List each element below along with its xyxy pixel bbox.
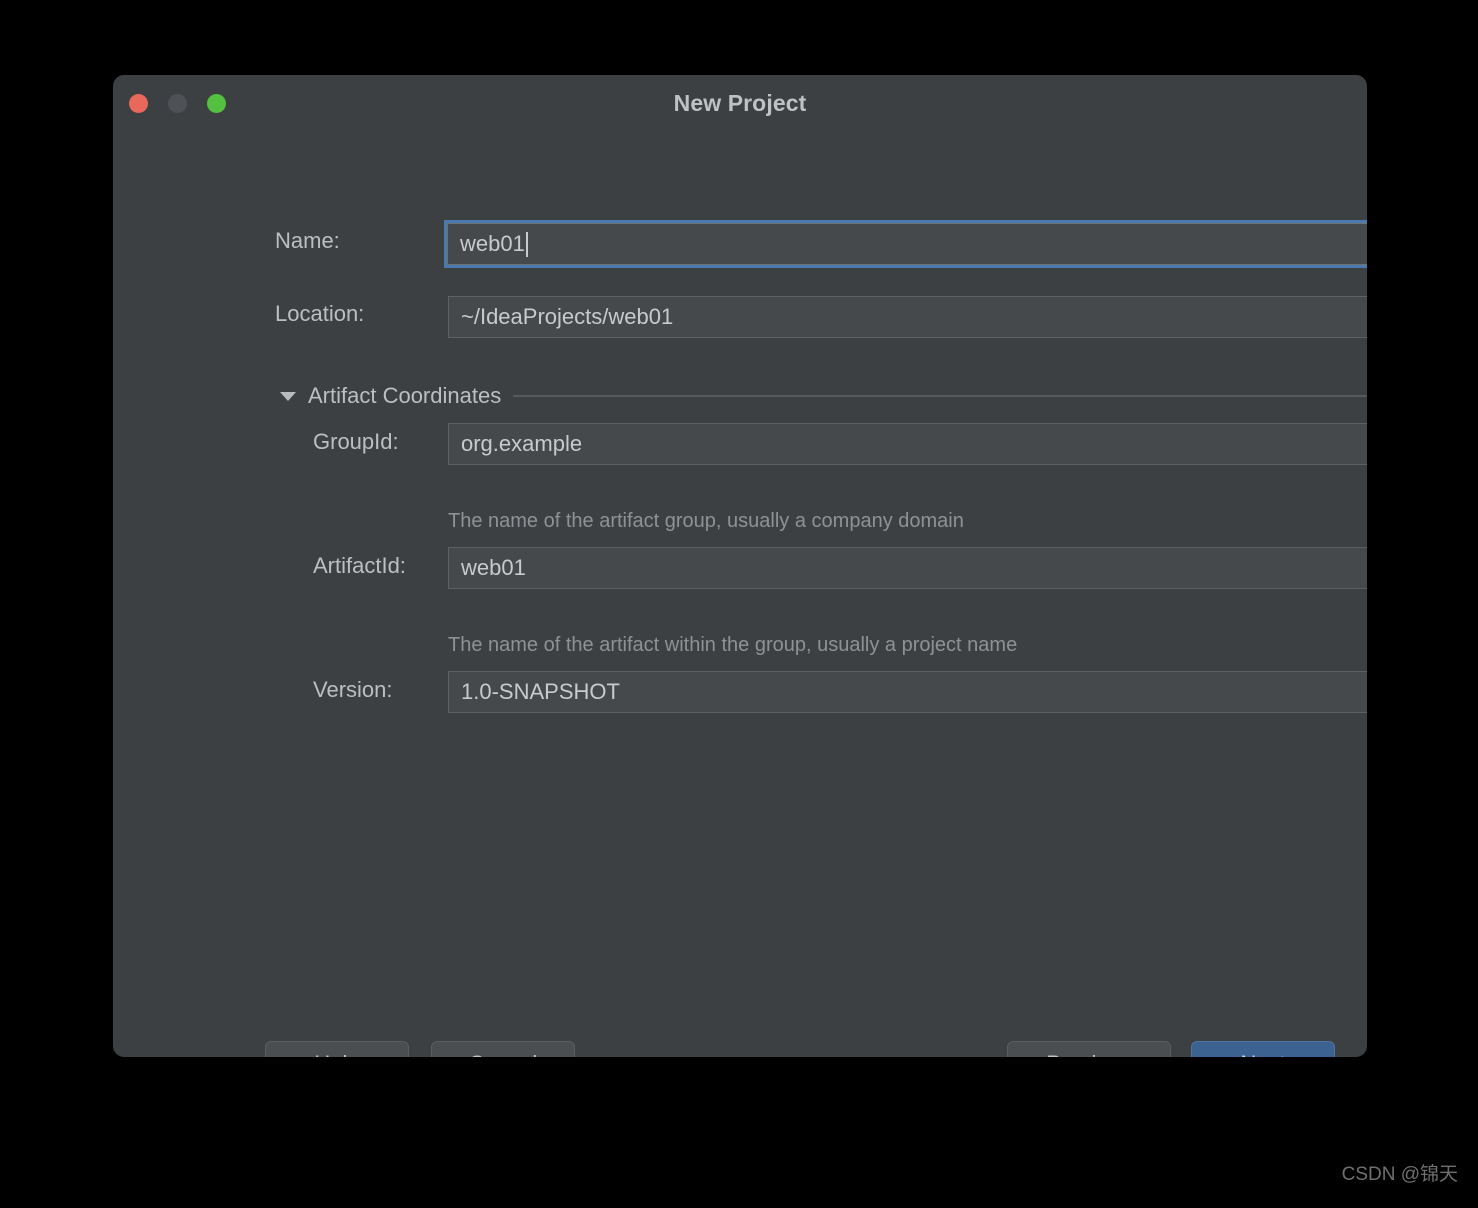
name-label: Name: xyxy=(275,228,340,253)
location-label-wrapper: Location: xyxy=(275,301,364,327)
previous-button[interactable]: Previous xyxy=(1007,1041,1171,1057)
text-caret xyxy=(525,231,528,257)
location-input[interactable]: ~/IdeaProjects/web01 xyxy=(448,296,1367,338)
version-input-value: 1.0-SNAPSHOT xyxy=(461,679,620,704)
artifact-id-input-value: web01 xyxy=(461,555,526,580)
version-label-wrapper: Version: xyxy=(313,677,393,703)
cancel-button[interactable]: Cancel xyxy=(431,1041,575,1057)
location-input-value: ~/IdeaProjects/web01 xyxy=(461,304,674,329)
help-button[interactable]: Help xyxy=(265,1041,409,1057)
artifact-id-label-wrapper: ArtifactId: xyxy=(313,553,406,579)
watermark: CSDN @锦天 xyxy=(1341,1164,1458,1185)
artifact-id-hint: The name of the artifact within the grou… xyxy=(448,634,1018,656)
name-input[interactable]: web01 xyxy=(447,223,1367,265)
group-id-label: GroupId: xyxy=(313,429,399,454)
new-project-dialog: New Project Name: web01 Location: ~/Idea… xyxy=(113,75,1367,1057)
group-id-label-wrapper: GroupId: xyxy=(313,429,399,455)
new-project-form: Name: web01 Location: ~/IdeaProjects/web… xyxy=(113,133,1367,1057)
section-separator xyxy=(513,395,1367,397)
group-id-hint: The name of the artifact group, usually … xyxy=(448,510,964,532)
group-id-input-value: org.example xyxy=(461,431,583,456)
artifact-id-input[interactable]: web01 xyxy=(448,547,1367,589)
version-label: Version: xyxy=(313,677,393,702)
artifact-coordinates-title: Artifact Coordinates xyxy=(308,383,502,408)
name-input-value: web01 xyxy=(460,231,525,256)
triangle-down-icon[interactable] xyxy=(280,391,296,401)
version-input[interactable]: 1.0-SNAPSHOT xyxy=(448,671,1367,713)
name-label-wrapper: Name: xyxy=(275,228,340,254)
group-id-input[interactable]: org.example xyxy=(448,423,1367,465)
dialog-titlebar: New Project xyxy=(113,75,1367,133)
artifact-coordinates-section-header[interactable]: Artifact Coordinates xyxy=(280,383,1367,409)
artifact-id-label: ArtifactId: xyxy=(313,553,406,578)
location-label: Location: xyxy=(275,301,365,326)
next-button[interactable]: Next xyxy=(1191,1041,1335,1057)
dialog-title: New Project xyxy=(673,90,807,116)
